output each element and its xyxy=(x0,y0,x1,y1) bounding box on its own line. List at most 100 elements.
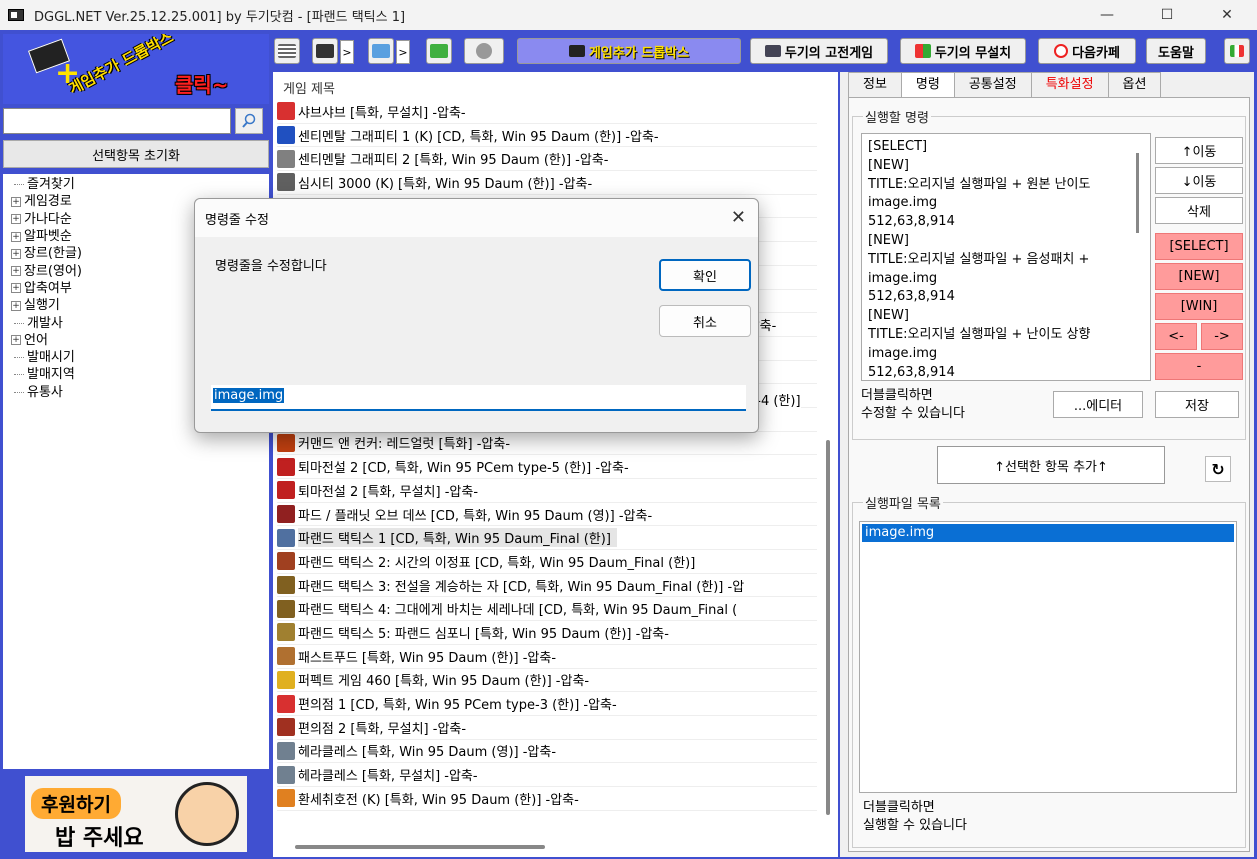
list-view-button[interactable] xyxy=(274,38,300,64)
game-row[interactable]: 헤라클레스 [특화, Win 95 Daum (영)] -압축- xyxy=(277,740,817,764)
tab-item[interactable]: 정보 xyxy=(848,72,902,98)
tab-item[interactable]: 특화설정 xyxy=(1030,72,1109,98)
insert-select-button[interactable]: [SELECT] xyxy=(1155,233,1243,260)
delete-button[interactable]: 삭제 xyxy=(1155,197,1243,224)
folder-menu-arrow[interactable]: > xyxy=(396,40,410,64)
command-line[interactable]: [NEW] xyxy=(868,157,1144,176)
add-selected-button[interactable]: ↑선택한 항목 추가↑ xyxy=(937,446,1165,484)
expand-icon[interactable]: + xyxy=(11,300,21,311)
expand-icon[interactable]: + xyxy=(11,283,21,294)
command-line[interactable]: TITLE:오리지널 실행파일 + 난이도 상향 xyxy=(868,326,1144,345)
dropbox-button[interactable]: 게임추가 드롭박스 xyxy=(517,38,741,64)
command-line[interactable]: [NEW] xyxy=(868,307,1144,326)
command-line[interactable]: image.img xyxy=(868,345,1144,364)
game-row[interactable]: 센티멘탈 그래피티 2 [특화, Win 95 Daum (한)] -압축- xyxy=(277,147,817,172)
scroll-thumb[interactable] xyxy=(295,845,545,849)
game-row[interactable]: 퇴마전설 2 [CD, 특화, Win 95 PCem type-5 (한)] … xyxy=(277,455,817,479)
help-button[interactable]: 도움말 xyxy=(1146,38,1206,64)
game-row[interactable]: 파랜드 택틱스 5: 파랜드 심포니 [특화, Win 95 Daum (한)]… xyxy=(277,621,817,645)
tab-item[interactable]: 명령 xyxy=(900,72,955,99)
dialog-close-icon[interactable]: ✕ xyxy=(731,207,746,228)
maximize-button[interactable]: ☐ xyxy=(1137,0,1197,30)
portable-games-button[interactable]: 두기의 무설치 xyxy=(900,38,1026,64)
expand-icon[interactable]: + xyxy=(11,248,21,259)
tree-item-label: 즐겨찾기 xyxy=(27,177,75,193)
save-button[interactable]: 저장 xyxy=(1155,391,1239,418)
terminal-menu-arrow[interactable]: > xyxy=(340,40,354,64)
close-button[interactable]: ✕ xyxy=(1197,0,1257,30)
command-list[interactable]: [SELECT] [NEW] TITLE:오리지널 실행파일 + 원본 난이도 ima… xyxy=(861,133,1151,381)
tab-item[interactable]: 공통설정 xyxy=(953,72,1032,98)
game-row[interactable]: 샤브샤브 [특화, 무설치] -압축- xyxy=(277,100,817,124)
game-row[interactable]: 심시티 3000 (K) [특화, Win 95 Daum (한)] -압축- xyxy=(277,171,817,195)
command-line[interactable]: image.img xyxy=(868,194,1144,213)
game-row[interactable]: 파랜드 택틱스 4: 그대에게 바치는 세레나데 [CD, 특화, Win 95… xyxy=(277,597,817,622)
tab-item[interactable]: 옵션 xyxy=(1107,72,1162,98)
refresh-icon xyxy=(430,44,448,58)
window-controls: — ☐ ✕ xyxy=(1077,0,1257,30)
command-line[interactable]: 512,63,8,914 xyxy=(868,364,1144,380)
game-title: 퇴마전설 2 [특화, 무설치] -압축- xyxy=(298,484,479,500)
classic-games-button[interactable]: 두기의 고전게임 xyxy=(750,38,888,64)
game-list-panel: 게임 제목 샤브샤브 [특화, 무설치] -압축- 센티멘탈 그래피티 1 (K)… xyxy=(273,72,818,857)
terminal-button[interactable] xyxy=(312,38,338,64)
command-input[interactable]: image.img xyxy=(211,385,746,411)
refresh-icon[interactable]: ↻ xyxy=(1205,456,1231,482)
search-button[interactable] xyxy=(235,108,263,134)
expand-icon[interactable]: + xyxy=(11,335,21,346)
expand-icon[interactable]: + xyxy=(11,196,21,207)
expand-icon[interactable]: + xyxy=(11,266,21,277)
game-row[interactable]: 파드 / 플래닛 오브 데쓰 [CD, 특화, Win 95 Daum (영)]… xyxy=(277,503,817,527)
game-row[interactable]: 환세취호전 (K) [특화, Win 95 Daum (한)] -압축- xyxy=(277,787,817,811)
game-row[interactable]: 파랜드 택틱스 1 [CD, 특화, Win 95 Daum_Final (한)… xyxy=(277,526,817,551)
game-row[interactable]: 편의점 1 [CD, 특화, Win 95 PCem type-3 (한)] -… xyxy=(277,692,817,716)
insert-win-button[interactable]: [WIN] xyxy=(1155,293,1243,320)
expand-icon[interactable]: + xyxy=(11,214,21,225)
dash-button[interactable]: - xyxy=(1155,353,1243,380)
shift-right-button[interactable]: -> xyxy=(1201,323,1243,350)
expand-icon[interactable]: + xyxy=(11,231,21,242)
game-list-vscroll[interactable] xyxy=(818,72,838,857)
language-button[interactable] xyxy=(1224,38,1250,64)
dropbox-banner[interactable]: + 게임추가 드롭박스 클릭~ xyxy=(3,34,269,104)
cancel-button[interactable]: 취소 xyxy=(659,305,751,337)
command-line[interactable]: TITLE:오리지널 실행파일 + 원본 난이도 xyxy=(868,176,1144,195)
game-icon xyxy=(277,647,295,666)
game-row[interactable]: 패스트푸드 [특화, Win 95 Daum (한)] -압축- xyxy=(277,645,817,669)
command-line[interactable]: TITLE:오리지널 실행파일 + 음성패치 + xyxy=(868,251,1144,270)
reset-selection-button[interactable]: 선택항목 초기화 xyxy=(3,140,269,168)
game-row[interactable]: 편의점 2 [특화, 무설치] -압축- xyxy=(277,716,817,740)
command-scroll-thumb[interactable] xyxy=(1136,153,1139,233)
game-list-hscroll[interactable] xyxy=(273,835,818,857)
game-title-header[interactable]: 게임 제목 xyxy=(283,78,335,97)
donate-banner[interactable]: 후원하기 밥 주세요 xyxy=(25,776,247,852)
move-down-button[interactable]: ↓이동 xyxy=(1155,167,1243,194)
shift-left-button[interactable]: <- xyxy=(1155,323,1197,350)
executable-item[interactable]: image.img xyxy=(862,524,1234,542)
game-row[interactable]: 파랜드 택틱스 2: 시간의 이정표 [CD, 특화, Win 95 Daum_… xyxy=(277,550,817,574)
command-line[interactable]: [NEW] xyxy=(868,232,1144,251)
search-input[interactable] xyxy=(3,108,231,134)
game-row[interactable]: 퇴마전설 2 [특화, 무설치] -압축- xyxy=(277,479,817,503)
tree-item[interactable]: 즐겨찾기 xyxy=(11,176,269,193)
editor-button[interactable]: ...에디터 xyxy=(1053,391,1143,418)
command-line[interactable]: 512,63,8,914 xyxy=(868,288,1144,307)
executable-list[interactable]: image.img xyxy=(859,521,1237,793)
insert-new-button[interactable]: [NEW] xyxy=(1155,263,1243,290)
game-row[interactable]: 퍼펙트 게임 460 [특화, Win 95 Daum (한)] -압축- xyxy=(277,669,817,693)
game-row[interactable]: 센티멘탈 그래피티 1 (K) [CD, 특화, Win 95 Daum (한)… xyxy=(277,124,817,148)
minimize-button[interactable]: — xyxy=(1077,0,1137,30)
settings-button[interactable] xyxy=(464,38,504,64)
game-row[interactable]: 파랜드 택틱스 3: 전설을 계승하는 자 [CD, 특화, Win 95 Da… xyxy=(277,574,817,598)
scroll-thumb[interactable] xyxy=(826,440,830,815)
cafe-button[interactable]: 다음카페 xyxy=(1038,38,1136,64)
folder-button[interactable] xyxy=(368,38,394,64)
refresh-button[interactable] xyxy=(426,38,452,64)
command-line[interactable]: image.img xyxy=(868,270,1144,289)
command-line[interactable]: [SELECT] xyxy=(868,138,1144,157)
move-up-button[interactable]: ↑이동 xyxy=(1155,137,1243,164)
game-row[interactable]: 헤라클레스 [특화, 무설치] -압축- xyxy=(277,763,817,787)
game-row[interactable]: 커맨드 앤 컨커: 레드얼럿 [특화] -압축- xyxy=(277,432,817,456)
ok-button[interactable]: 확인 xyxy=(659,259,751,291)
command-line[interactable]: 512,63,8,914 xyxy=(868,213,1144,232)
